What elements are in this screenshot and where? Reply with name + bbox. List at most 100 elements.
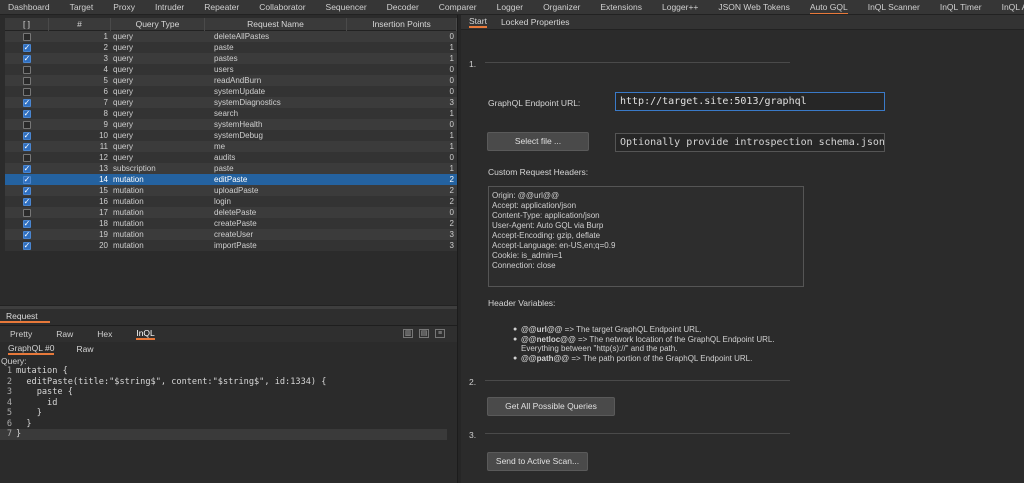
left-panel: [ ] # Query Type Request Name Insertion … — [0, 15, 457, 483]
format-tab-inql[interactable]: InQL — [136, 328, 155, 340]
table-row[interactable]: ✓ 20 mutation importPaste 3 — [5, 240, 457, 251]
row-checkbox[interactable]: ✓ — [23, 164, 31, 173]
nav-tab-logger[interactable]: Logger — [497, 0, 523, 14]
row-checkbox[interactable] — [23, 208, 31, 217]
row-query-type: query — [113, 153, 134, 162]
table-row[interactable]: ✓ 7 query systemDiagnostics 3 — [5, 97, 457, 108]
nav-tab-proxy[interactable]: Proxy — [113, 0, 135, 14]
table-row[interactable]: ✓ 16 mutation login 2 — [5, 196, 457, 207]
table-row[interactable]: 4 query users 0 — [5, 64, 457, 75]
schema-file-input[interactable]: Optionally provide introspection schema.… — [615, 133, 885, 152]
nav-tab-target[interactable]: Target — [70, 0, 94, 14]
row-checkbox[interactable]: ✓ — [23, 175, 31, 184]
row-checkbox[interactable]: ✓ — [23, 230, 31, 239]
header-request-name[interactable]: Request Name — [205, 18, 347, 31]
table-row[interactable]: 17 mutation deletePaste 0 — [5, 207, 457, 218]
nav-tab-auto-gql[interactable]: Auto GQL — [809, 0, 848, 14]
row-number: 13 — [99, 164, 108, 173]
table-row[interactable]: ✓ 14 mutation editPaste 2 — [5, 174, 457, 185]
row-checkbox[interactable] — [23, 120, 31, 129]
nav-tab-dashboard[interactable]: Dashboard — [8, 0, 50, 14]
row-request-name: search — [214, 109, 239, 118]
row-checkbox[interactable]: ✓ — [23, 241, 31, 250]
row-query-type: query — [113, 131, 134, 140]
table-row[interactable]: ✓ 8 query search 1 — [5, 108, 457, 119]
request-tab[interactable]: Request — [0, 309, 50, 323]
nav-tab-extensions[interactable]: Extensions — [600, 0, 642, 14]
row-checkbox[interactable]: ✓ — [23, 131, 31, 140]
query-label: Query: — [1, 356, 27, 366]
row-checkbox[interactable]: ✓ — [23, 219, 31, 228]
nav-tab-inql-timer[interactable]: InQL Timer — [940, 0, 982, 14]
row-checkbox[interactable]: ✓ — [23, 43, 31, 52]
header-number[interactable]: # — [49, 18, 111, 31]
row-checkbox[interactable]: ✓ — [23, 142, 31, 151]
right-tab-locked-properties[interactable]: Locked Properties — [501, 17, 570, 27]
header-query-type[interactable]: Query Type — [111, 18, 205, 31]
table-row[interactable]: ✓ 15 mutation uploadPaste 2 — [5, 185, 457, 196]
custom-headers-textarea[interactable]: Origin: @@url@@ Accept: application/json C… — [488, 186, 804, 287]
right-tab-start[interactable]: Start — [469, 16, 487, 28]
nav-tab-decoder[interactable]: Decoder — [387, 0, 419, 14]
header-line: User-Agent: Auto GQL via Burp — [492, 221, 604, 230]
split-view-icon[interactable]: ▥ — [403, 329, 413, 338]
row-checkbox[interactable] — [23, 76, 31, 85]
query-editor[interactable]: 1 mutation {2 editPaste(title:"$string$",… — [0, 366, 447, 440]
row-request-name: createUser — [214, 230, 254, 239]
sub-tab-graphql-0[interactable]: GraphQL #0 — [8, 343, 55, 355]
table-row[interactable]: 1 query deleteAllPastes 0 — [5, 31, 457, 42]
code-line: 1 mutation { — [0, 366, 447, 377]
row-checkbox[interactable]: ✓ — [23, 54, 31, 63]
nav-tab-inql-a[interactable]: InQL A — [1002, 0, 1024, 14]
code-text: editPaste(title:"$string$", content:"$st… — [16, 376, 327, 387]
sub-tab-raw[interactable]: Raw — [76, 344, 93, 354]
nav-tab-sequencer[interactable]: Sequencer — [326, 0, 367, 14]
row-query-type: query — [113, 54, 134, 63]
header-insertion-points[interactable]: Insertion Points — [347, 18, 457, 31]
table-row[interactable]: ✓ 18 mutation createPaste 2 — [5, 218, 457, 229]
nav-tab-repeater[interactable]: Repeater — [204, 0, 239, 14]
row-checkbox[interactable] — [23, 153, 31, 162]
header-select[interactable]: [ ] — [5, 18, 49, 31]
table-row[interactable]: ✓ 13 subscription paste 1 — [5, 163, 457, 174]
table-row[interactable]: ✓ 3 query pastes 1 — [5, 53, 457, 64]
table-row[interactable]: ✓ 11 query me 1 — [5, 141, 457, 152]
table-row[interactable]: 12 query audits 0 — [5, 152, 457, 163]
row-checkbox[interactable]: ✓ — [23, 98, 31, 107]
row-request-name: readAndBurn — [214, 76, 262, 85]
table-row[interactable]: ✓ 19 mutation createUser 3 — [5, 229, 457, 240]
row-checkbox[interactable] — [23, 32, 31, 41]
endpoint-url-input[interactable]: http://target.site:5013/graphql — [615, 92, 885, 111]
format-tab-pretty[interactable]: Pretty — [10, 329, 32, 339]
nav-tab-json-web-tokens[interactable]: JSON Web Tokens — [718, 0, 790, 14]
table-body: 1 query deleteAllPastes 0 ✓ 2 query paste 1 ✓ 3 que… — [5, 31, 457, 251]
nav-tab-inql-scanner[interactable]: InQL Scanner — [868, 0, 920, 14]
nav-tab-intruder[interactable]: Intruder — [155, 0, 184, 14]
nav-tab-organizer[interactable]: Organizer — [543, 0, 580, 14]
nav-tab-collaborator[interactable]: Collaborator — [259, 0, 305, 14]
nav-tab-comparer[interactable]: Comparer — [439, 0, 477, 14]
get-all-queries-button[interactable]: Get All Possible Queries — [487, 397, 615, 416]
select-file-button[interactable]: Select file ... — [487, 132, 589, 151]
row-checkbox[interactable] — [23, 65, 31, 74]
table-row[interactable]: ✓ 2 query paste 1 — [5, 42, 457, 53]
row-query-type: mutation — [113, 175, 144, 184]
nav-tab-logger-[interactable]: Logger++ — [662, 0, 698, 14]
step-1-label: 1. — [469, 59, 477, 69]
menu-icon[interactable]: ≡ — [435, 329, 445, 338]
row-checkbox[interactable] — [23, 87, 31, 96]
row-query-type: mutation — [113, 208, 144, 217]
table-row[interactable]: ✓ 10 query systemDebug 1 — [5, 130, 457, 141]
panel-splitter[interactable] — [0, 305, 457, 309]
table-row[interactable]: 6 query systemUpdate 0 — [5, 86, 457, 97]
table-row[interactable]: 5 query readAndBurn 0 — [5, 75, 457, 86]
horizontal-view-icon[interactable]: ▤ — [419, 329, 429, 338]
table-row[interactable]: 9 query systemHealth 0 — [5, 119, 457, 130]
row-checkbox[interactable]: ✓ — [23, 109, 31, 118]
format-tab-hex[interactable]: Hex — [97, 329, 112, 339]
send-to-active-scan-button[interactable]: Send to Active Scan... — [487, 452, 588, 471]
row-checkbox[interactable]: ✓ — [23, 186, 31, 195]
row-checkbox[interactable]: ✓ — [23, 197, 31, 206]
row-number: 11 — [99, 142, 108, 151]
format-tab-raw[interactable]: Raw — [56, 329, 73, 339]
